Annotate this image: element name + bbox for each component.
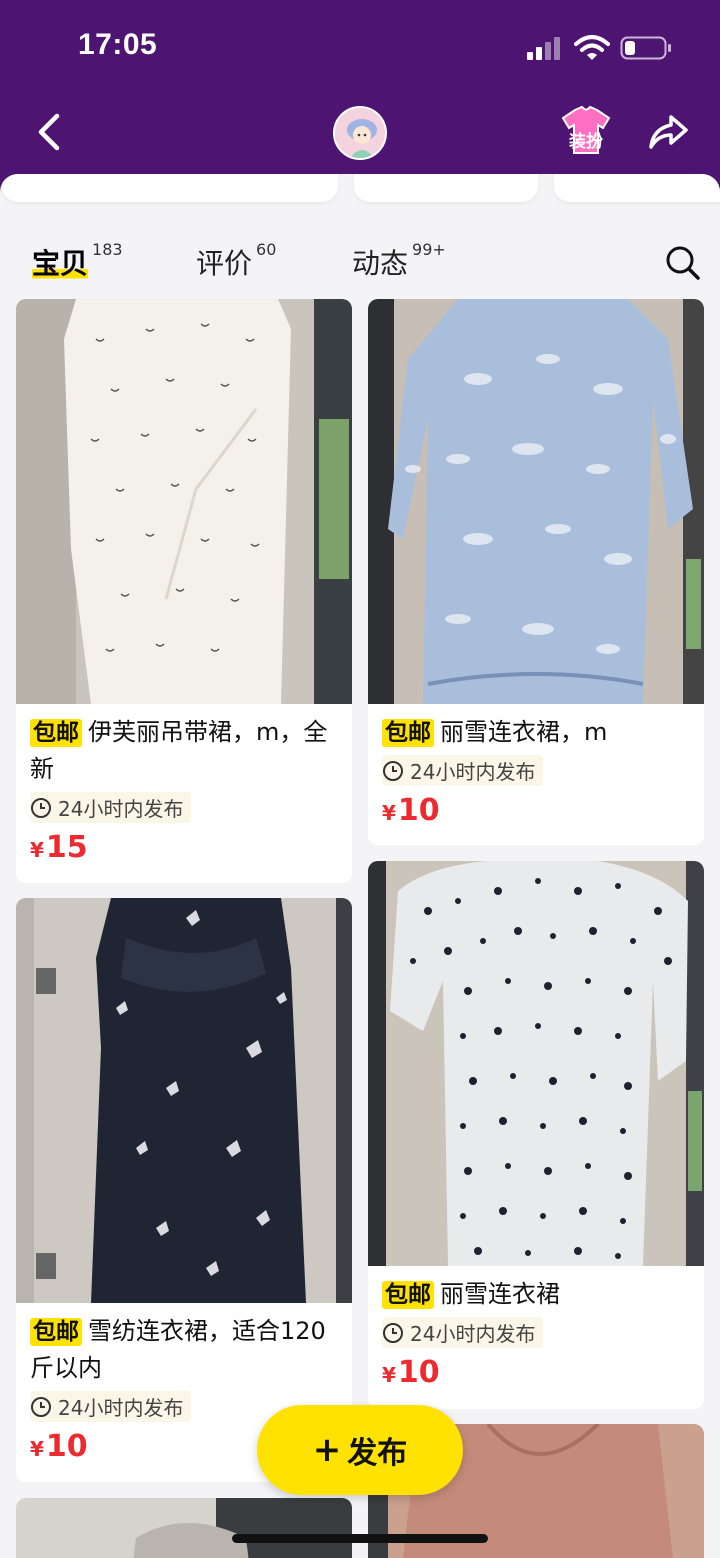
top-header: 17:05 装扮 [0,0,720,200]
tab-reviews-label: 评价 [196,247,253,280]
cellular-signal-icon [527,37,560,60]
publish-time-tag: 24小时内发布 [30,792,192,823]
publish-time-text: 24小时内发布 [410,760,536,784]
home-indicator [232,1534,488,1543]
top-card-right [554,174,720,202]
product-title: 丽雪连衣裙 [440,1280,560,1308]
product-photo [368,861,704,1266]
tab-activity-count: 99+ [412,240,446,259]
price-value: 10 [397,1355,440,1390]
dress-up-button[interactable]: 装扮 [558,104,614,158]
clock-icon [31,1396,51,1417]
free-shipping-badge: 包邮 [382,1281,434,1309]
product-price: ¥10 [382,1354,690,1394]
tab-bar: 宝贝 183 评价 60 动态 99+ [0,230,720,290]
product-title-line: 包邮 伊芙丽吊带裙，m，全新 [30,714,338,788]
price-value: 10 [45,1429,88,1464]
currency-symbol: ¥ [30,1437,44,1461]
currency-symbol: ¥ [30,838,44,862]
product-card[interactable]: 包邮 丽雪连衣裙 24小时内发布 ¥10 [368,861,704,1409]
shop-content-sheet: 宝贝 183 评价 60 动态 99+ 包邮 伊芙丽吊带裙，m，全新 24小时内… [0,174,720,1558]
product-info: 包邮 伊芙丽吊带裙，m，全新 24小时内发布 ¥15 [16,704,352,869]
clock-icon [31,797,51,818]
publish-label: 发布 [347,1436,408,1471]
product-title: 丽雪连衣裙，m [440,718,608,746]
battery-icon [620,36,671,60]
tab-items-label: 宝贝 [32,247,89,280]
currency-symbol: ¥ [382,1363,396,1387]
product-info: 包邮 丽雪连衣裙，m 24小时内发布 ¥10 [368,704,704,832]
tab-items-count: 183 [92,240,123,259]
tab-reviews-count: 60 [256,240,277,259]
product-info: 包邮 丽雪连衣裙 24小时内发布 ¥10 [368,1266,704,1394]
publish-time-tag: 24小时内发布 [382,1317,544,1348]
tab-items[interactable]: 宝贝 183 [32,240,123,282]
currency-symbol: ¥ [382,801,396,825]
free-shipping-badge: 包邮 [382,719,434,747]
back-arrow-icon[interactable] [30,110,70,154]
clock-icon [383,1322,403,1343]
product-card[interactable]: 包邮 伊芙丽吊带裙，m，全新 24小时内发布 ¥15 [16,299,352,883]
price-value: 10 [397,793,440,828]
share-icon[interactable] [646,112,690,152]
product-price: ¥10 [382,792,690,832]
publish-time-tag: 24小时内发布 [382,755,544,786]
plus-icon: + [312,1430,342,1470]
search-icon[interactable] [664,244,702,282]
publish-time-text: 24小时内发布 [410,1322,536,1346]
product-title-line: 包邮 丽雪连衣裙 [382,1276,690,1313]
wifi-icon [574,35,610,60]
tab-activity-label: 动态 [352,247,409,280]
product-title-line: 包邮 雪纺连衣裙，适合120斤以内 [30,1313,338,1387]
product-photo [16,1498,352,1558]
free-shipping-badge: 包邮 [30,719,82,747]
price-value: 15 [45,830,88,865]
status-time: 17:05 [78,28,158,61]
publish-button[interactable]: + 发布 [257,1405,463,1495]
tab-activity[interactable]: 动态 99+ [352,240,446,282]
top-card-middle [354,174,538,202]
product-card[interactable] [16,1498,352,1558]
avatar-illustration-icon [335,108,385,158]
product-title-line: 包邮 丽雪连衣裙，m [382,714,690,751]
publish-time-tag: 24小时内发布 [30,1391,192,1422]
product-photo [16,898,352,1303]
publish-time-text: 24小时内发布 [58,1396,184,1420]
clock-icon [383,760,403,781]
free-shipping-badge: 包邮 [30,1318,82,1346]
product-card[interactable]: 包邮 丽雪连衣裙，m 24小时内发布 ¥10 [368,299,704,845]
product-photo [368,299,704,704]
dress-up-label: 装扮 [568,131,603,152]
tshirt-icon: 装扮 [561,105,611,154]
product-card[interactable]: 包邮 雪纺连衣裙，适合120斤以内 24小时内发布 ¥10 [16,898,352,1482]
publish-time-text: 24小时内发布 [58,797,184,821]
product-photo [16,299,352,704]
product-price: ¥15 [30,829,338,869]
top-card-left [2,174,338,202]
tab-reviews[interactable]: 评价 60 [196,240,277,282]
shop-avatar[interactable] [333,106,387,160]
